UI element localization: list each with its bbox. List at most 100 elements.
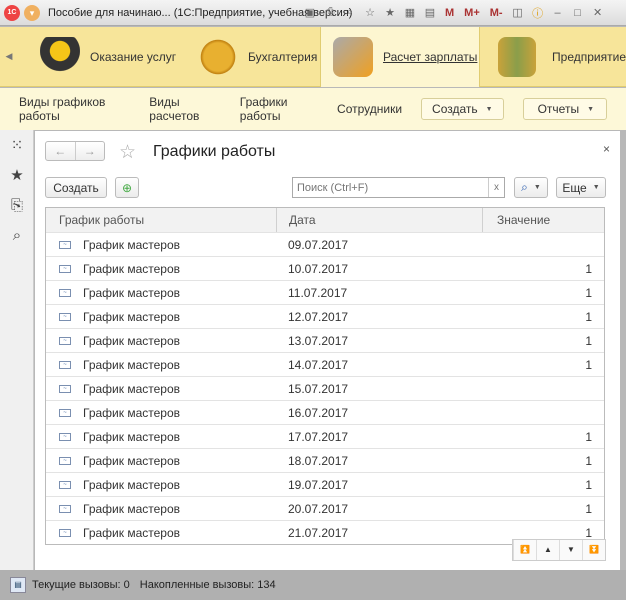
section-enterprise[interactable]: Предприятие — [480, 27, 626, 87]
close-form-icon[interactable]: × — [603, 142, 610, 156]
nav-schedule-types[interactable]: Виды графиков работы — [19, 95, 130, 123]
favorites-star-icon[interactable]: ★ — [0, 160, 34, 190]
schedule-name: График мастеров — [83, 477, 181, 492]
info-icon[interactable]: ⓘ — [530, 5, 546, 21]
catalog-item-icon: ~ — [59, 456, 71, 465]
scroll-left-icon[interactable]: ◀ — [0, 27, 18, 86]
table-row[interactable]: ~ График мастеров 19.07.2017 1 — [46, 472, 604, 496]
nav-employees[interactable]: Сотрудники — [337, 102, 402, 116]
preview-icon[interactable]: ⌕ — [342, 6, 358, 19]
memory-minus-button[interactable]: M- — [487, 7, 506, 19]
search-icon[interactable]: ⌕ — [0, 220, 34, 250]
catalog-item-icon: ~ — [59, 408, 71, 417]
minimize-icon[interactable]: – — [550, 7, 566, 19]
calendar-icon[interactable]: ▤ — [422, 6, 438, 19]
date-cell: 09.07.2017 — [288, 237, 349, 252]
add-favorite-icon[interactable]: ☆ — [362, 6, 378, 19]
maximize-icon[interactable]: □ — [570, 7, 586, 19]
table-row[interactable]: ~ График мастеров 11.07.2017 1 — [46, 280, 604, 304]
forward-arrow-icon[interactable]: → — [76, 142, 105, 160]
section-label: Бухгалтерия — [248, 50, 318, 64]
nav-schedules[interactable]: Графики работы — [240, 95, 318, 123]
button-label: Еще — [562, 180, 587, 195]
date-cell: 12.07.2017 — [288, 309, 349, 324]
section-services[interactable]: Оказание услуг — [18, 27, 188, 87]
column-header-value[interactable]: Значение — [482, 208, 604, 232]
caret-down-icon: ▼ — [592, 184, 600, 191]
catalog-item-icon: ~ — [59, 312, 71, 321]
payroll-icon — [333, 37, 373, 77]
section-label: Предприятие — [552, 50, 626, 64]
schedule-cell: ~ График мастеров — [46, 382, 276, 396]
table-row[interactable]: ~ График мастеров 20.07.2017 1 — [46, 496, 604, 520]
date-cell: 15.07.2017 — [288, 381, 349, 396]
scroll-bottom-icon[interactable]: ⏬ — [582, 540, 605, 560]
scroll-up-icon[interactable]: ▲ — [536, 540, 559, 560]
table-row[interactable]: ~ График мастеров 15.07.2017 — [46, 376, 604, 400]
panels-icon[interactable]: ◫ — [510, 6, 526, 19]
clear-search-icon[interactable]: x — [488, 178, 504, 197]
apps-grid-icon[interactable]: ⁙ — [0, 130, 34, 160]
table-row[interactable]: ~ График мастеров 18.07.2017 1 — [46, 448, 604, 472]
schedule-name: График мастеров — [83, 429, 181, 444]
date-cell: 17.07.2017 — [288, 429, 349, 444]
catalog-item-icon: ~ — [59, 240, 71, 249]
table-row[interactable]: ~ График мастеров 09.07.2017 — [46, 232, 604, 256]
table-row[interactable]: ~ График мастеров 14.07.2017 1 — [46, 352, 604, 376]
catalog-item-icon: ~ — [59, 504, 71, 513]
catalog-item-icon: ~ — [59, 288, 71, 297]
create-copy-icon[interactable]: ⊕ — [115, 177, 139, 198]
search-input[interactable] — [293, 178, 488, 197]
table-row[interactable]: ~ График мастеров 17.07.2017 1 — [46, 424, 604, 448]
value-cell: 1 — [585, 333, 592, 348]
date-cell: 21.07.2017 — [288, 525, 349, 540]
section-payroll[interactable]: Расчет зарплаты — [320, 27, 480, 87]
1c-logo-icon[interactable]: 1С — [4, 4, 20, 21]
schedule-cell: ~ График мастеров — [46, 310, 276, 324]
value-cell: 1 — [585, 453, 592, 468]
button-label: Создать — [432, 102, 478, 116]
scroll-top-icon[interactable]: ⏫ — [513, 540, 536, 560]
date-cell: 16.07.2017 — [288, 405, 349, 420]
save-icon[interactable]: ▣ — [302, 6, 318, 19]
memory-plus-button[interactable]: M+ — [461, 7, 483, 19]
column-header-date[interactable]: Дата — [276, 208, 482, 232]
caret-down-icon: ▼ — [485, 105, 493, 113]
server-calls-icon[interactable]: ▤ — [10, 577, 26, 593]
scroll-down-icon[interactable]: ▼ — [559, 540, 582, 560]
schedule-cell: ~ График мастеров — [46, 286, 276, 300]
schedule-cell: ~ График мастеров — [46, 526, 276, 540]
coins-icon — [198, 37, 238, 77]
favorite-star-icon[interactable]: ☆ — [119, 141, 136, 164]
section-accounting[interactable]: Бухгалтерия — [188, 27, 320, 87]
favorites-icon[interactable]: ★ — [382, 6, 398, 19]
column-header-schedule[interactable]: График работы — [46, 213, 276, 227]
caret-down-icon: ▼ — [533, 184, 541, 191]
magnifier-icon: ⌕ — [521, 180, 528, 194]
schedule-cell: ~ График мастеров — [46, 406, 276, 420]
schedule-cell: ~ График мастеров — [46, 430, 276, 444]
create-button[interactable]: Создать — [45, 177, 107, 198]
nav-calc-types[interactable]: Виды расчетов — [149, 95, 220, 123]
memory-button[interactable]: M — [442, 7, 457, 19]
table-row[interactable]: ~ График мастеров 13.07.2017 1 — [46, 328, 604, 352]
print-icon[interactable]: ⎙ — [322, 6, 338, 19]
table-row[interactable]: ~ График мастеров 10.07.2017 1 — [46, 256, 604, 280]
calculator-icon[interactable]: ▦ — [402, 6, 418, 19]
schedule-name: График мастеров — [83, 333, 181, 348]
main-menu-icon[interactable]: ▾ — [24, 4, 40, 21]
schedule-cell: ~ График мастеров — [46, 502, 276, 516]
table-row[interactable]: ~ График мастеров 16.07.2017 — [46, 400, 604, 424]
nav-create-button[interactable]: Создать ▼ — [421, 98, 504, 120]
search-options-button[interactable]: ⌕ ▼ — [514, 177, 548, 198]
back-arrow-icon[interactable]: ← — [46, 142, 76, 160]
nav-reports-button[interactable]: Отчеты ▼ — [522, 98, 608, 120]
value-cell: 1 — [585, 357, 592, 372]
schedule-name: График мастеров — [83, 501, 181, 516]
value-cell: 1 — [585, 501, 592, 516]
history-icon[interactable]: ⎘ — [0, 190, 34, 220]
table-row[interactable]: ~ График мастеров 12.07.2017 1 — [46, 304, 604, 328]
close-window-icon[interactable]: ✕ — [590, 6, 606, 19]
more-button[interactable]: Еще ▼ — [556, 177, 606, 198]
schedule-name: График мастеров — [83, 357, 181, 372]
